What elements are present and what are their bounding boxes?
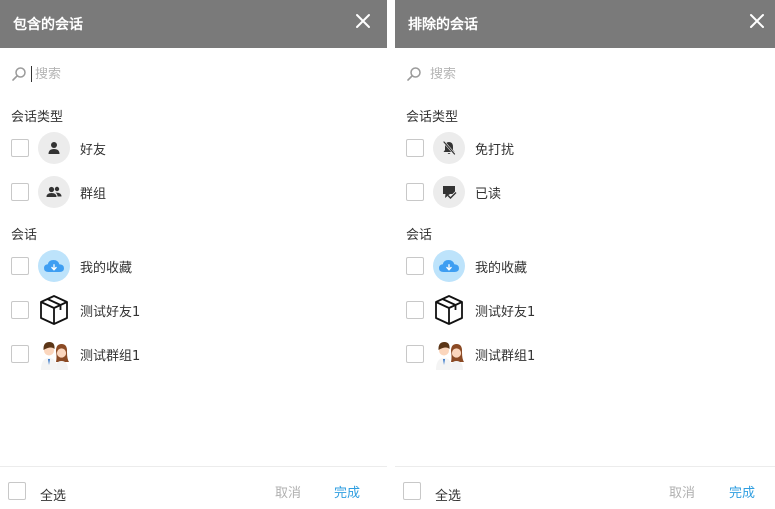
section-title-chats: 会话 [11,228,38,243]
checkbox[interactable] [406,301,424,319]
list-item[interactable]: 已读 [406,176,501,208]
search-icon [407,67,421,81]
person-icon [38,132,70,164]
panel-header: 包含的会话 [0,0,387,48]
list-item[interactable]: 测试好友1 [406,294,535,326]
cancel-button[interactable]: 取消 [669,482,695,501]
search-icon [12,67,26,81]
select-all-label: 全选 [40,489,67,504]
included-chats-panel: 包含的会话 会话类型 好友 [0,0,387,509]
panel-footer: 全选 取消 完成 [395,466,775,509]
close-icon[interactable] [749,13,765,29]
read-message-icon [433,176,465,208]
checkbox[interactable] [11,301,29,319]
cloud-icon [38,250,70,282]
list-item[interactable]: 测试好友1 [11,294,140,326]
list-item[interactable]: 我的收藏 [406,250,527,282]
list-item-label: 群组 [80,186,107,202]
section-title-chat-types: 会话类型 [11,110,64,125]
panel-footer: 全选 取消 完成 [0,466,387,509]
panel-title: 包含的会话 [13,17,83,33]
list-item-label: 测试好友1 [80,304,141,320]
list-item-label: 测试群组1 [80,348,141,364]
select-all-label: 全选 [435,489,462,504]
search-bar [11,64,235,84]
list-item-label: 测试群组1 [475,348,536,364]
checkbox[interactable] [11,345,29,363]
cloud-icon [433,250,465,282]
list-item[interactable]: 好友 [11,132,106,164]
list-item-label: 已读 [475,186,502,202]
couple-avatar-icon [38,338,70,370]
select-all-checkbox[interactable] [403,482,421,500]
package-box-icon [433,294,465,326]
list-item[interactable]: 免打扰 [406,132,514,164]
checkbox[interactable] [11,139,29,157]
list-item[interactable]: 群组 [11,176,106,208]
bell-off-icon [433,132,465,164]
select-all-checkbox[interactable] [8,482,26,500]
section-title-chats: 会话 [406,228,433,243]
checkbox[interactable] [406,183,424,201]
list-item-label: 我的收藏 [475,260,528,276]
chat-filter-dialog: 包含的会话 会话类型 好友 [0,0,775,509]
panel-header: 排除的会话 [395,0,775,48]
search-bar [406,64,630,84]
list-item-label: 好友 [80,142,107,158]
package-box-icon [38,294,70,326]
close-icon[interactable] [355,13,371,29]
checkbox[interactable] [11,183,29,201]
list-item[interactable]: 我的收藏 [11,250,132,282]
group-icon [38,176,70,208]
text-cursor [31,66,32,82]
section-title-chat-types: 会话类型 [406,110,459,125]
panel-title: 排除的会话 [408,17,478,33]
checkbox[interactable] [11,257,29,275]
search-input[interactable] [35,66,235,82]
checkbox[interactable] [406,139,424,157]
search-input[interactable] [430,66,630,82]
list-item[interactable]: 测试群组1 [11,338,140,370]
done-button[interactable]: 完成 [334,482,360,501]
list-item-label: 测试好友1 [475,304,536,320]
excluded-chats-panel: 排除的会话 会话类型 免打扰 [395,0,775,509]
cancel-button[interactable]: 取消 [275,482,301,501]
couple-avatar-icon [433,338,465,370]
checkbox[interactable] [406,257,424,275]
list-item[interactable]: 测试群组1 [406,338,535,370]
done-button[interactable]: 完成 [729,482,755,501]
list-item-label: 我的收藏 [80,260,133,276]
checkbox[interactable] [406,345,424,363]
list-item-label: 免打扰 [475,142,515,158]
